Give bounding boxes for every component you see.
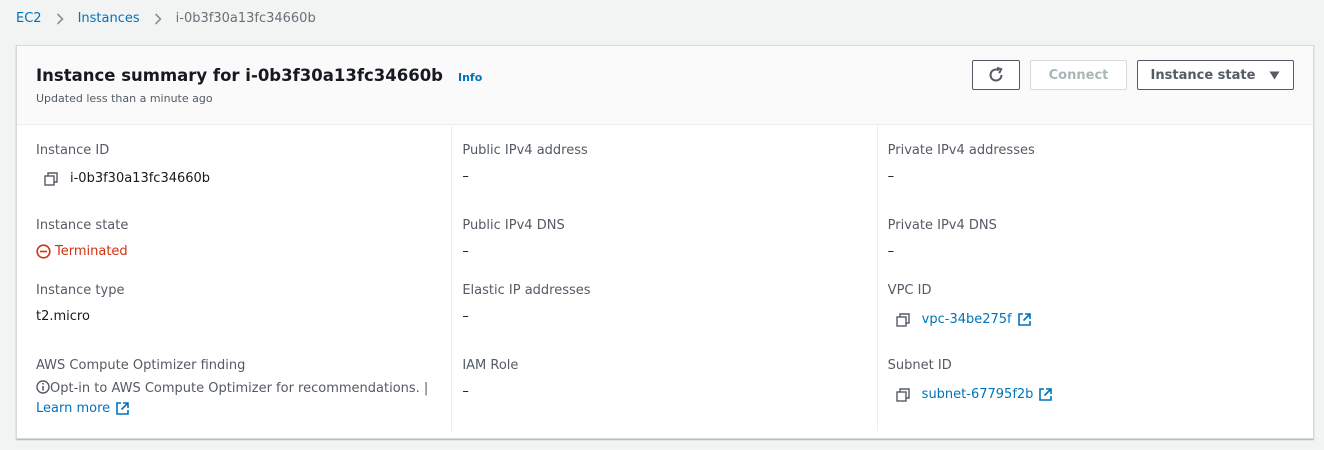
info-circle-icon (36, 380, 50, 394)
header-actions: Connect Instance state (972, 60, 1294, 90)
refresh-icon (989, 66, 1003, 82)
field-private-dns: Private IPv4 DNS – (888, 218, 997, 259)
private-dns-value: – (887, 244, 895, 259)
field-iam-role: IAM Role – (462, 358, 518, 399)
breadcrumb-current: i-0b3f30a13fc34660b (175, 11, 316, 26)
instance-id-value: i-0b3f30a13fc34660b (70, 171, 211, 186)
details-column-3: Private IPv4 addresses – Private IPv4 DN… (876, 126, 1313, 431)
field-label: Instance ID (36, 143, 110, 158)
copy-icon[interactable] (895, 312, 910, 327)
field-instance-state: Instance state Terminated (36, 218, 128, 259)
external-link-icon[interactable] (1017, 313, 1031, 326)
field-instance-type: Instance type t2.micro (36, 283, 124, 324)
status-badge: Terminated (36, 244, 128, 259)
copy-icon[interactable] (44, 171, 58, 186)
field-instance-id: Instance ID i-0b3f30a13fc34660b (36, 143, 210, 186)
info-link[interactable]: Info (458, 71, 482, 84)
field-vpc-id: VPC ID vpc-34be275f (888, 283, 1031, 327)
terminated-icon (36, 244, 51, 259)
details-column-1: Instance ID i-0b3f30a13fc34660b Instance… (17, 126, 451, 431)
chevron-right-icon (140, 11, 176, 26)
caret-down-icon (1269, 71, 1280, 79)
instance-state-dropdown[interactable]: Instance state (1137, 60, 1294, 90)
refresh-button[interactable] (972, 60, 1020, 90)
copy-icon[interactable] (895, 387, 910, 402)
breadcrumb: EC2 Instances i-0b3f30a13fc34660b (16, 11, 316, 26)
field-label: Instance state (36, 218, 129, 233)
public-dns-value: – (462, 244, 469, 259)
field-label: Private IPv4 addresses (887, 143, 1035, 158)
external-link-icon[interactable] (116, 402, 129, 415)
chevron-right-icon (42, 11, 78, 26)
external-link-icon[interactable] (1039, 388, 1053, 401)
field-label: Subnet ID (887, 358, 952, 373)
iam-role-value: – (462, 384, 469, 399)
field-public-dns: Public IPv4 DNS – (462, 218, 564, 259)
field-public-ipv4: Public IPv4 address – (462, 143, 587, 184)
optimizer-text: Opt-in to AWS Compute Optimizer for reco… (50, 381, 429, 396)
field-label: Public IPv4 address (462, 143, 588, 158)
panel-header: Instance summary for i-0b3f30a13fc34660b… (17, 46, 1313, 125)
field-label: Public IPv4 DNS (462, 218, 565, 233)
breadcrumb-instances[interactable]: Instances (78, 11, 140, 26)
elastic-ip-value: – (462, 309, 469, 324)
page-title: Instance summary for i-0b3f30a13fc34660b (36, 66, 443, 85)
vpc-id-link[interactable]: vpc-34be275f (922, 312, 1012, 327)
instance-summary-panel: Instance summary for i-0b3f30a13fc34660b… (16, 45, 1314, 439)
field-elastic-ip: Elastic IP addresses – (462, 283, 590, 324)
details-column-2: Public IPv4 address – Public IPv4 DNS – … (451, 126, 876, 431)
learn-more-link[interactable]: Learn more (36, 401, 110, 416)
connect-button[interactable]: Connect (1030, 60, 1127, 90)
public-ipv4-value: – (462, 169, 469, 184)
private-ipv4-value: – (887, 169, 895, 184)
instance-state-value: Terminated (55, 244, 128, 259)
field-label: IAM Role (462, 358, 519, 373)
field-compute-optimizer: AWS Compute Optimizer finding Opt-in to … (36, 358, 436, 419)
field-label: Private IPv4 DNS (887, 218, 997, 233)
field-private-ipv4: Private IPv4 addresses – (888, 143, 1035, 184)
instance-type-value: t2.micro (36, 309, 90, 324)
field-label: AWS Compute Optimizer finding (36, 358, 246, 373)
instance-state-dropdown-label: Instance state (1150, 67, 1256, 83)
details-grid: Instance ID i-0b3f30a13fc34660b Instance… (17, 126, 1313, 431)
field-label: Elastic IP addresses (462, 283, 591, 298)
field-subnet-id: Subnet ID subnet-67795f2b (888, 358, 1053, 402)
field-label: VPC ID (887, 283, 932, 298)
breadcrumb-ec2[interactable]: EC2 (16, 11, 42, 26)
field-label: Instance type (36, 283, 125, 298)
updated-text: Updated less than a minute ago (36, 92, 213, 105)
subnet-id-link[interactable]: subnet-67795f2b (922, 387, 1034, 402)
